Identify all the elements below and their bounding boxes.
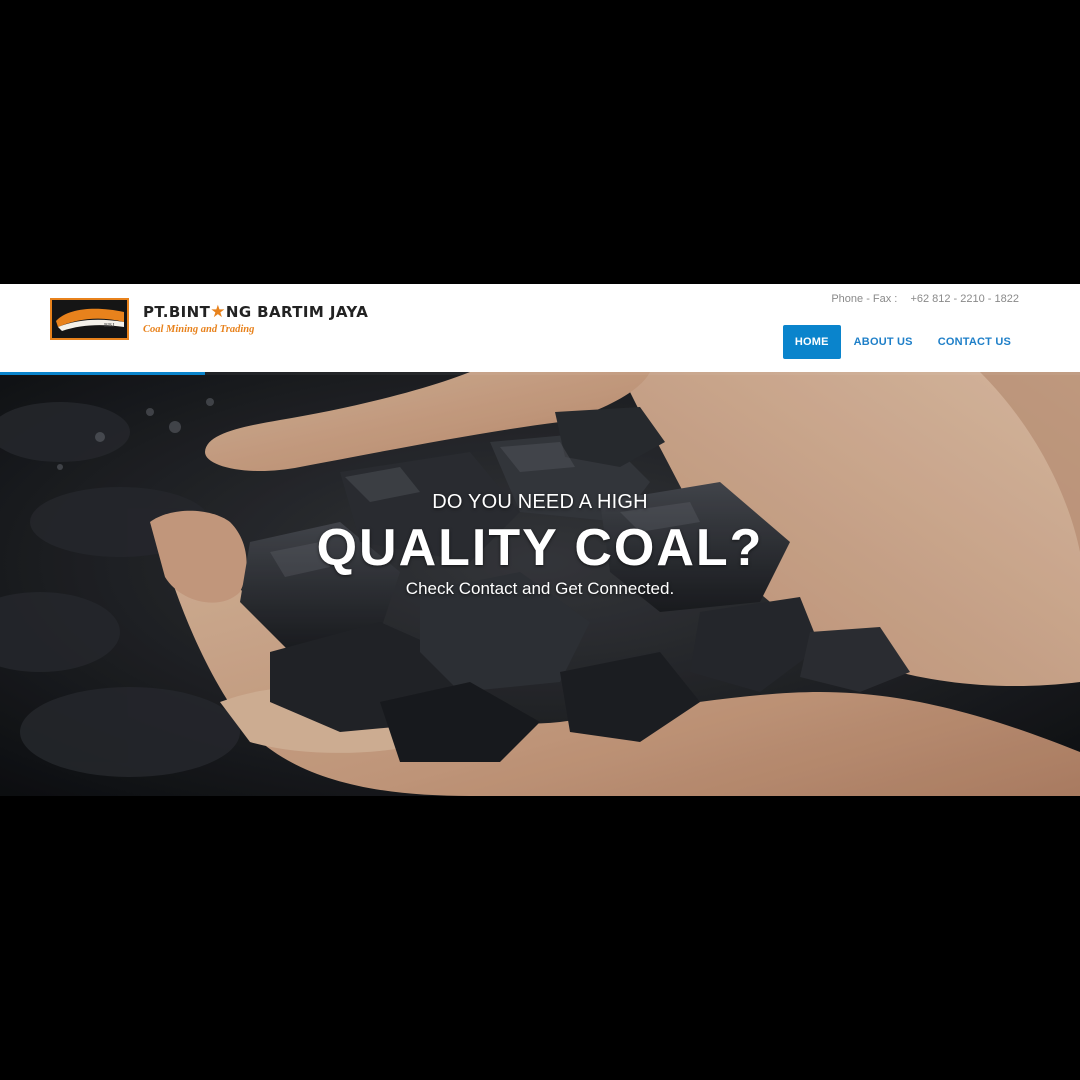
nav-about-us[interactable]: ABOUT US [842, 325, 925, 359]
star-icon: ★ [210, 302, 226, 322]
slide-progress-fill [0, 372, 206, 375]
phone-fax-label: Phone - Fax : [831, 293, 898, 305]
slide-progress-bar [0, 372, 1080, 375]
hero-kicker: DO YOU NEED A HIGH [432, 491, 648, 513]
brand-tagline: Coal Mining and Trading [143, 324, 255, 335]
website: BBJ PT.BINT★NG BARTIM JAYA Coal Mining a… [0, 284, 1080, 796]
hero-slider[interactable]: DO YOU NEED A HIGH QUALITY COAL? Check C… [0, 372, 1080, 796]
main-nav: HOME ABOUT US CONTACT US [782, 325, 1023, 359]
site-header: BBJ PT.BINT★NG BARTIM JAYA Coal Mining a… [0, 284, 1080, 372]
hero-subtitle: Check Contact and Get Connected. [405, 579, 675, 598]
logo-badge-icon: BBJ [50, 298, 129, 340]
brand-logo-link[interactable]: BBJ PT.BINT★NG BARTIM JAYA Coal Mining a… [50, 297, 390, 343]
phone-fax-info: Phone - Fax : +62 812 - 2210 - 1822 [831, 293, 1019, 305]
nav-contact-us[interactable]: CONTACT US [926, 325, 1023, 359]
screenshot-frame: BBJ PT.BINT★NG BARTIM JAYA Coal Mining a… [0, 0, 1080, 1080]
nav-home[interactable]: HOME [782, 325, 841, 359]
brand-name: PT.BINT★NG BARTIM JAYA [143, 302, 369, 322]
phone-fax-number[interactable]: +62 812 - 2210 - 1822 [910, 293, 1019, 305]
hero-title: QUALITY COAL? [316, 519, 764, 577]
logo-badge-text: BBJ [104, 323, 115, 329]
